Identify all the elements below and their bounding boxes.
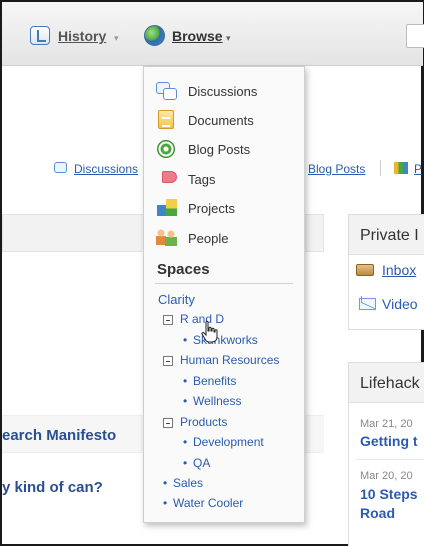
blog-posts-icon xyxy=(157,140,175,158)
tab-discussions[interactable]: Discussions xyxy=(74,162,138,176)
space-item-clarity[interactable]: Clarity xyxy=(158,292,195,307)
browse-menu-button[interactable]: Browse xyxy=(172,28,223,44)
tab-blog-posts[interactable]: Blog Posts xyxy=(308,162,365,176)
feed-date: Mar 21, 20 xyxy=(360,418,413,430)
feed-item-link[interactable]: Road xyxy=(360,505,395,521)
feed-item-link[interactable]: Getting t xyxy=(360,433,418,449)
collapse-icon[interactable] xyxy=(163,418,173,428)
projects-icon xyxy=(394,162,408,174)
spaces-heading: Spaces xyxy=(157,261,210,278)
space-item-human-resources[interactable]: Human Resources xyxy=(180,353,279,367)
bullet-icon: • xyxy=(163,476,168,490)
space-item-development[interactable]: Development xyxy=(193,435,264,449)
menu-item-projects[interactable]: Projects xyxy=(188,201,235,216)
list-item-link[interactable]: y kind of can? xyxy=(2,479,103,496)
tab-projects[interactable]: P xyxy=(414,162,422,176)
menu-item-blog-posts[interactable]: Blog Posts xyxy=(188,142,250,157)
discussions-icon xyxy=(156,82,177,100)
space-item-water-cooler[interactable]: Water Cooler xyxy=(173,496,243,510)
tab-divider xyxy=(380,160,381,176)
divider xyxy=(155,283,293,284)
bullet-icon: • xyxy=(163,496,168,510)
inbox-icon xyxy=(356,264,374,276)
history-chevron-down-icon[interactable]: ▾ xyxy=(114,33,119,44)
lifehacker-title: Lifehack xyxy=(360,375,420,392)
bullet-icon: • xyxy=(183,435,188,449)
collapse-icon[interactable] xyxy=(163,356,173,366)
hand-cursor-icon xyxy=(201,320,218,343)
history-menu-button[interactable]: History xyxy=(58,28,106,44)
people-icon xyxy=(156,228,178,246)
history-icon[interactable] xyxy=(30,26,50,45)
projects-icon xyxy=(157,199,177,216)
browse-chevron-down-icon[interactable]: ▾ xyxy=(226,33,231,44)
bullet-icon: • xyxy=(183,333,188,347)
list-item-link[interactable]: earch Manifesto xyxy=(2,427,116,444)
space-item-wellness[interactable]: Wellness xyxy=(193,394,241,408)
private-messages-title: Private I xyxy=(360,227,419,244)
bullet-icon: • xyxy=(183,394,188,408)
discussions-icon xyxy=(54,162,67,173)
envelope-icon xyxy=(359,298,376,310)
documents-icon xyxy=(158,110,174,129)
space-item-benefits[interactable]: Benefits xyxy=(193,374,236,388)
divider xyxy=(356,459,424,460)
space-item-sales[interactable]: Sales xyxy=(173,476,203,490)
feed-item-link[interactable]: 10 Steps xyxy=(360,486,418,502)
globe-icon[interactable] xyxy=(144,25,165,46)
space-item-products[interactable]: Products xyxy=(180,415,227,429)
menu-item-discussions[interactable]: Discussions xyxy=(188,84,257,99)
video-link[interactable]: Video xyxy=(382,296,418,312)
collapse-icon[interactable] xyxy=(163,315,173,325)
menu-item-documents[interactable]: Documents xyxy=(188,113,254,128)
menu-item-people[interactable]: People xyxy=(188,231,228,246)
tags-icon xyxy=(162,171,177,183)
inbox-link[interactable]: Inbox xyxy=(382,262,416,278)
bullet-icon: • xyxy=(183,374,188,388)
menu-item-tags[interactable]: Tags xyxy=(188,172,215,187)
feed-date: Mar 20, 20 xyxy=(360,470,413,482)
search-input[interactable] xyxy=(406,24,424,48)
bullet-icon: • xyxy=(183,456,188,470)
space-item-qa[interactable]: QA xyxy=(193,456,210,470)
